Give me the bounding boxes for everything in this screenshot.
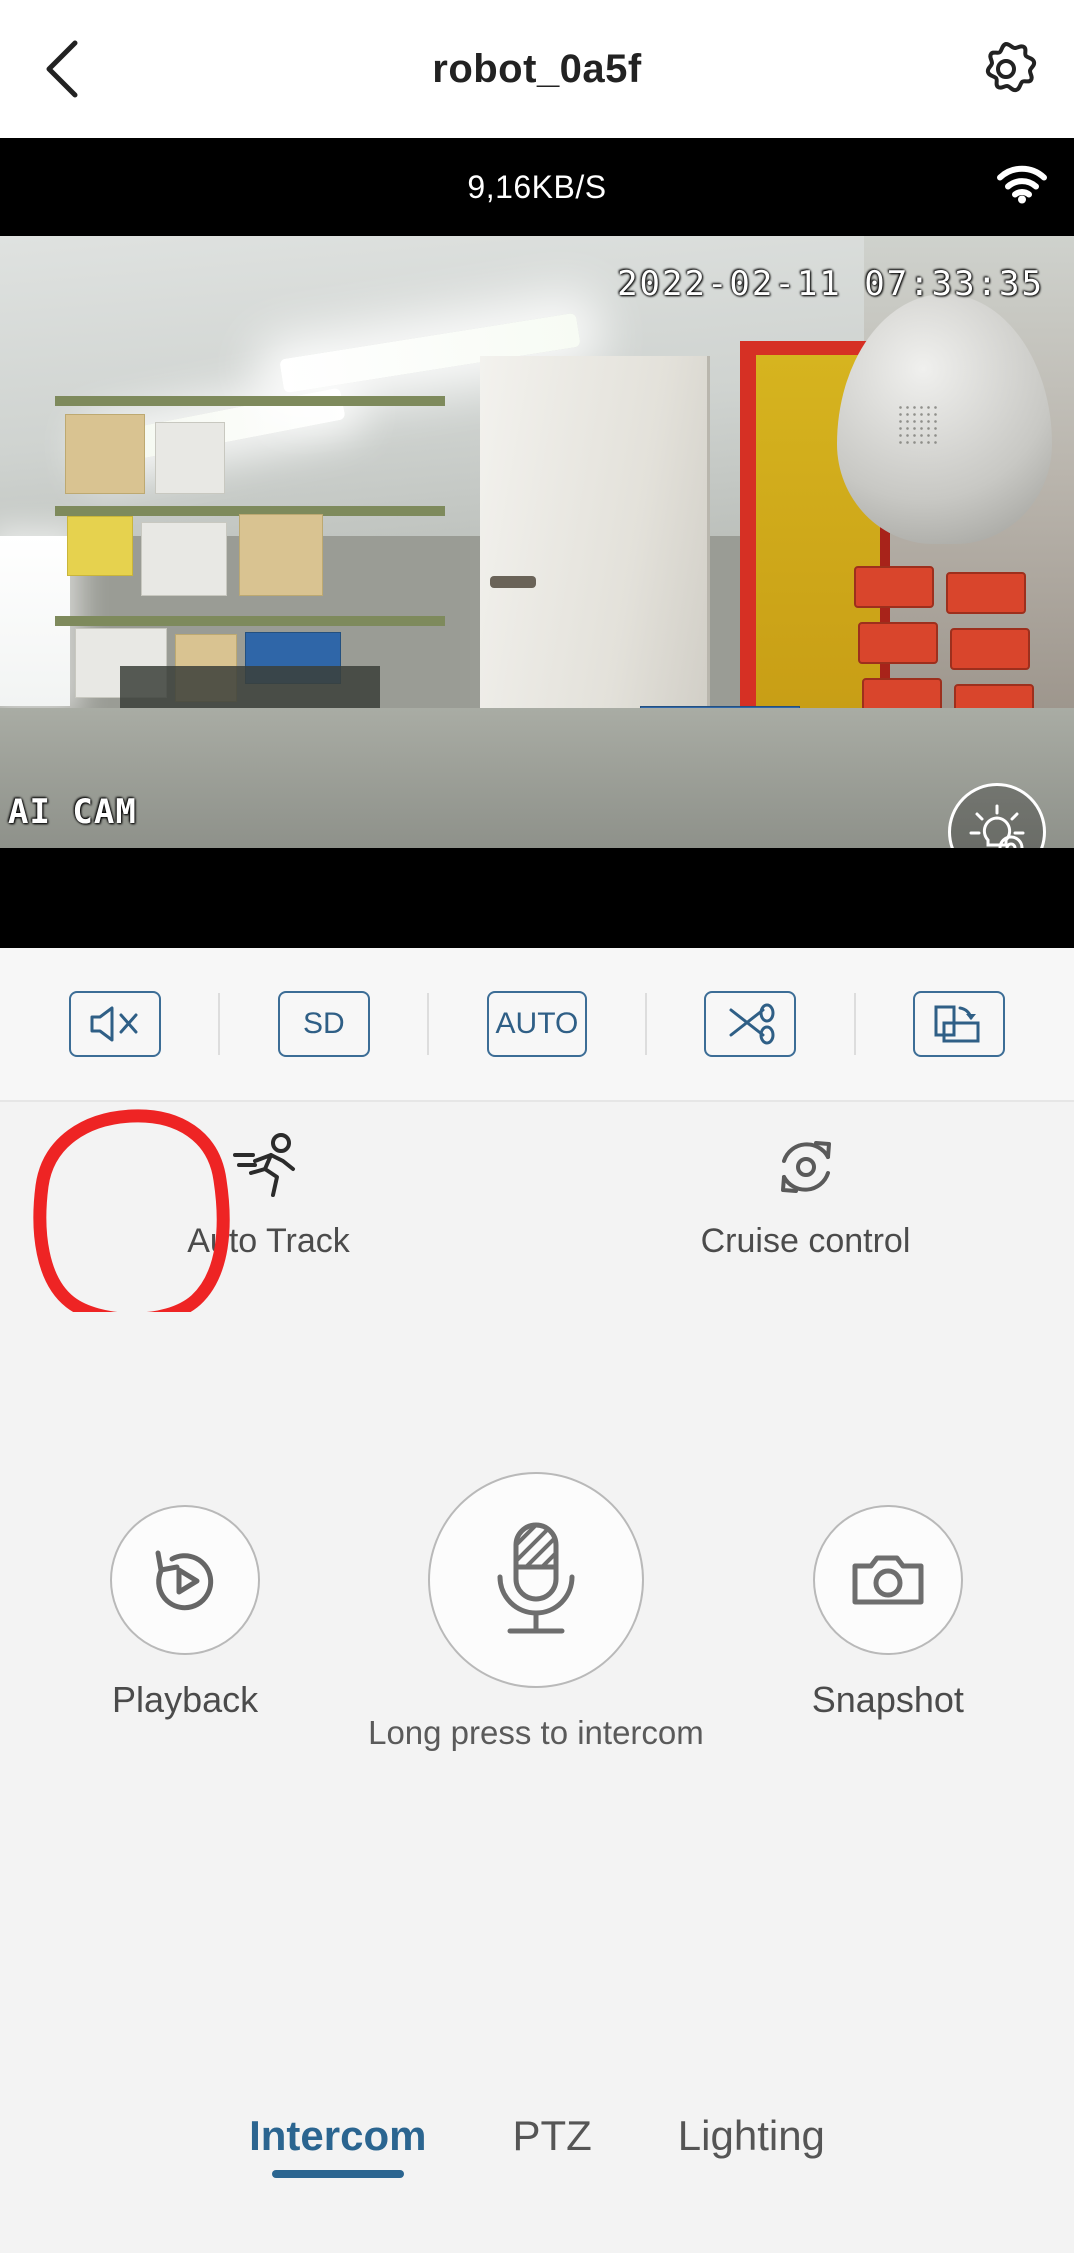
microphone-icon [497,1522,575,1634]
timestamp-overlay: 2022-02-11 07:33:35 [617,264,1044,304]
video-block: 9,16KB/S 2022-02-11 07:33:35 AI CAM [0,138,1074,948]
chevron-left-icon [46,40,78,98]
title-bar: robot_0a5f [0,0,1074,138]
toolbar-item-rotate[interactable] [913,991,1006,1057]
stream-controls-toolbar: SD AUTO [0,948,1074,1102]
bitrate-label: 9,16KB/S [467,168,607,205]
toolbar-separator [644,993,647,1055]
snapshot-button[interactable]: Snapshot [812,1505,964,1721]
toolbar-separator [853,993,856,1055]
toolbar-item-quality[interactable]: SD [277,991,370,1057]
feature-cruise-control[interactable]: Cruise control [537,1128,1074,1312]
tab-label-ptz: PTZ [512,2112,592,2159]
feature-label-cruise-control: Cruise control [700,1222,911,1260]
mute-toggle-button[interactable] [68,991,161,1057]
tab-lighting[interactable]: Lighting [678,2112,825,2178]
camera-live-view-screen: robot_0a5f 9,16KB/S 2022-02-11 07:33:35 … [0,0,1074,2253]
video-stream[interactable]: 2022-02-11 07:33:35 AI CAM [0,236,1074,848]
snapshot-circle[interactable] [812,1505,963,1655]
toolbar-item-clip[interactable] [704,991,797,1057]
toolbar-item-mute[interactable] [68,991,161,1057]
auto-toggle-button[interactable]: AUTO [486,991,587,1057]
toolbar-separator [427,993,430,1055]
toolbar-item-auto[interactable]: AUTO [486,991,587,1057]
lightbulb-gear-icon [969,804,1025,848]
intercom-button[interactable]: Long press to intercom [368,1472,704,1752]
toolbar-separator [218,993,221,1055]
quality-toggle-button[interactable]: SD [277,991,370,1057]
playback-button[interactable]: Playback [110,1505,261,1721]
primary-actions-row: Playback Long press to intercom Snapshot [0,1312,1074,2083]
stream-status-bar: 9,16KB/S [0,138,1074,236]
settings-button[interactable] [970,33,1042,105]
tab-label-lighting: Lighting [677,2112,825,2159]
speaker-mute-icon [90,1006,138,1042]
page-title: robot_0a5f [432,46,642,91]
bottom-tab-bar: Intercom PTZ Lighting [0,2083,1074,2253]
camera-icon [852,1555,924,1605]
scissors-icon [729,1003,775,1045]
intercom-circle[interactable] [427,1472,644,1688]
snapshot-label: Snapshot [811,1679,964,1720]
wifi-icon [996,165,1048,210]
playback-circle[interactable] [110,1505,261,1655]
playback-label: Playback [112,1679,259,1720]
back-button[interactable] [28,33,100,105]
gear-icon [985,42,1037,93]
running-person-icon [231,1128,307,1206]
replay-play-icon [155,1550,214,1611]
tab-label-intercom: Intercom [249,2112,427,2159]
screen-rotate-button[interactable] [913,991,1006,1057]
record-clip-button[interactable] [704,991,797,1057]
intercom-hint-label: Long press to intercom [368,1714,704,1751]
rotate-circle-icon [770,1128,842,1206]
feature-row: Auto Track Cruise control [0,1102,1074,1326]
tab-active-underline [271,2170,404,2178]
tab-intercom[interactable]: Intercom [249,2112,426,2178]
feature-label-auto-track: Auto Track [187,1222,350,1260]
feature-auto-track[interactable]: Auto Track [0,1128,537,1312]
watermark-label: AI CAM [8,792,137,832]
video-scene-image [0,236,1074,848]
tab-ptz[interactable]: PTZ [512,2112,591,2178]
screen-rotate-icon [934,1005,980,1043]
